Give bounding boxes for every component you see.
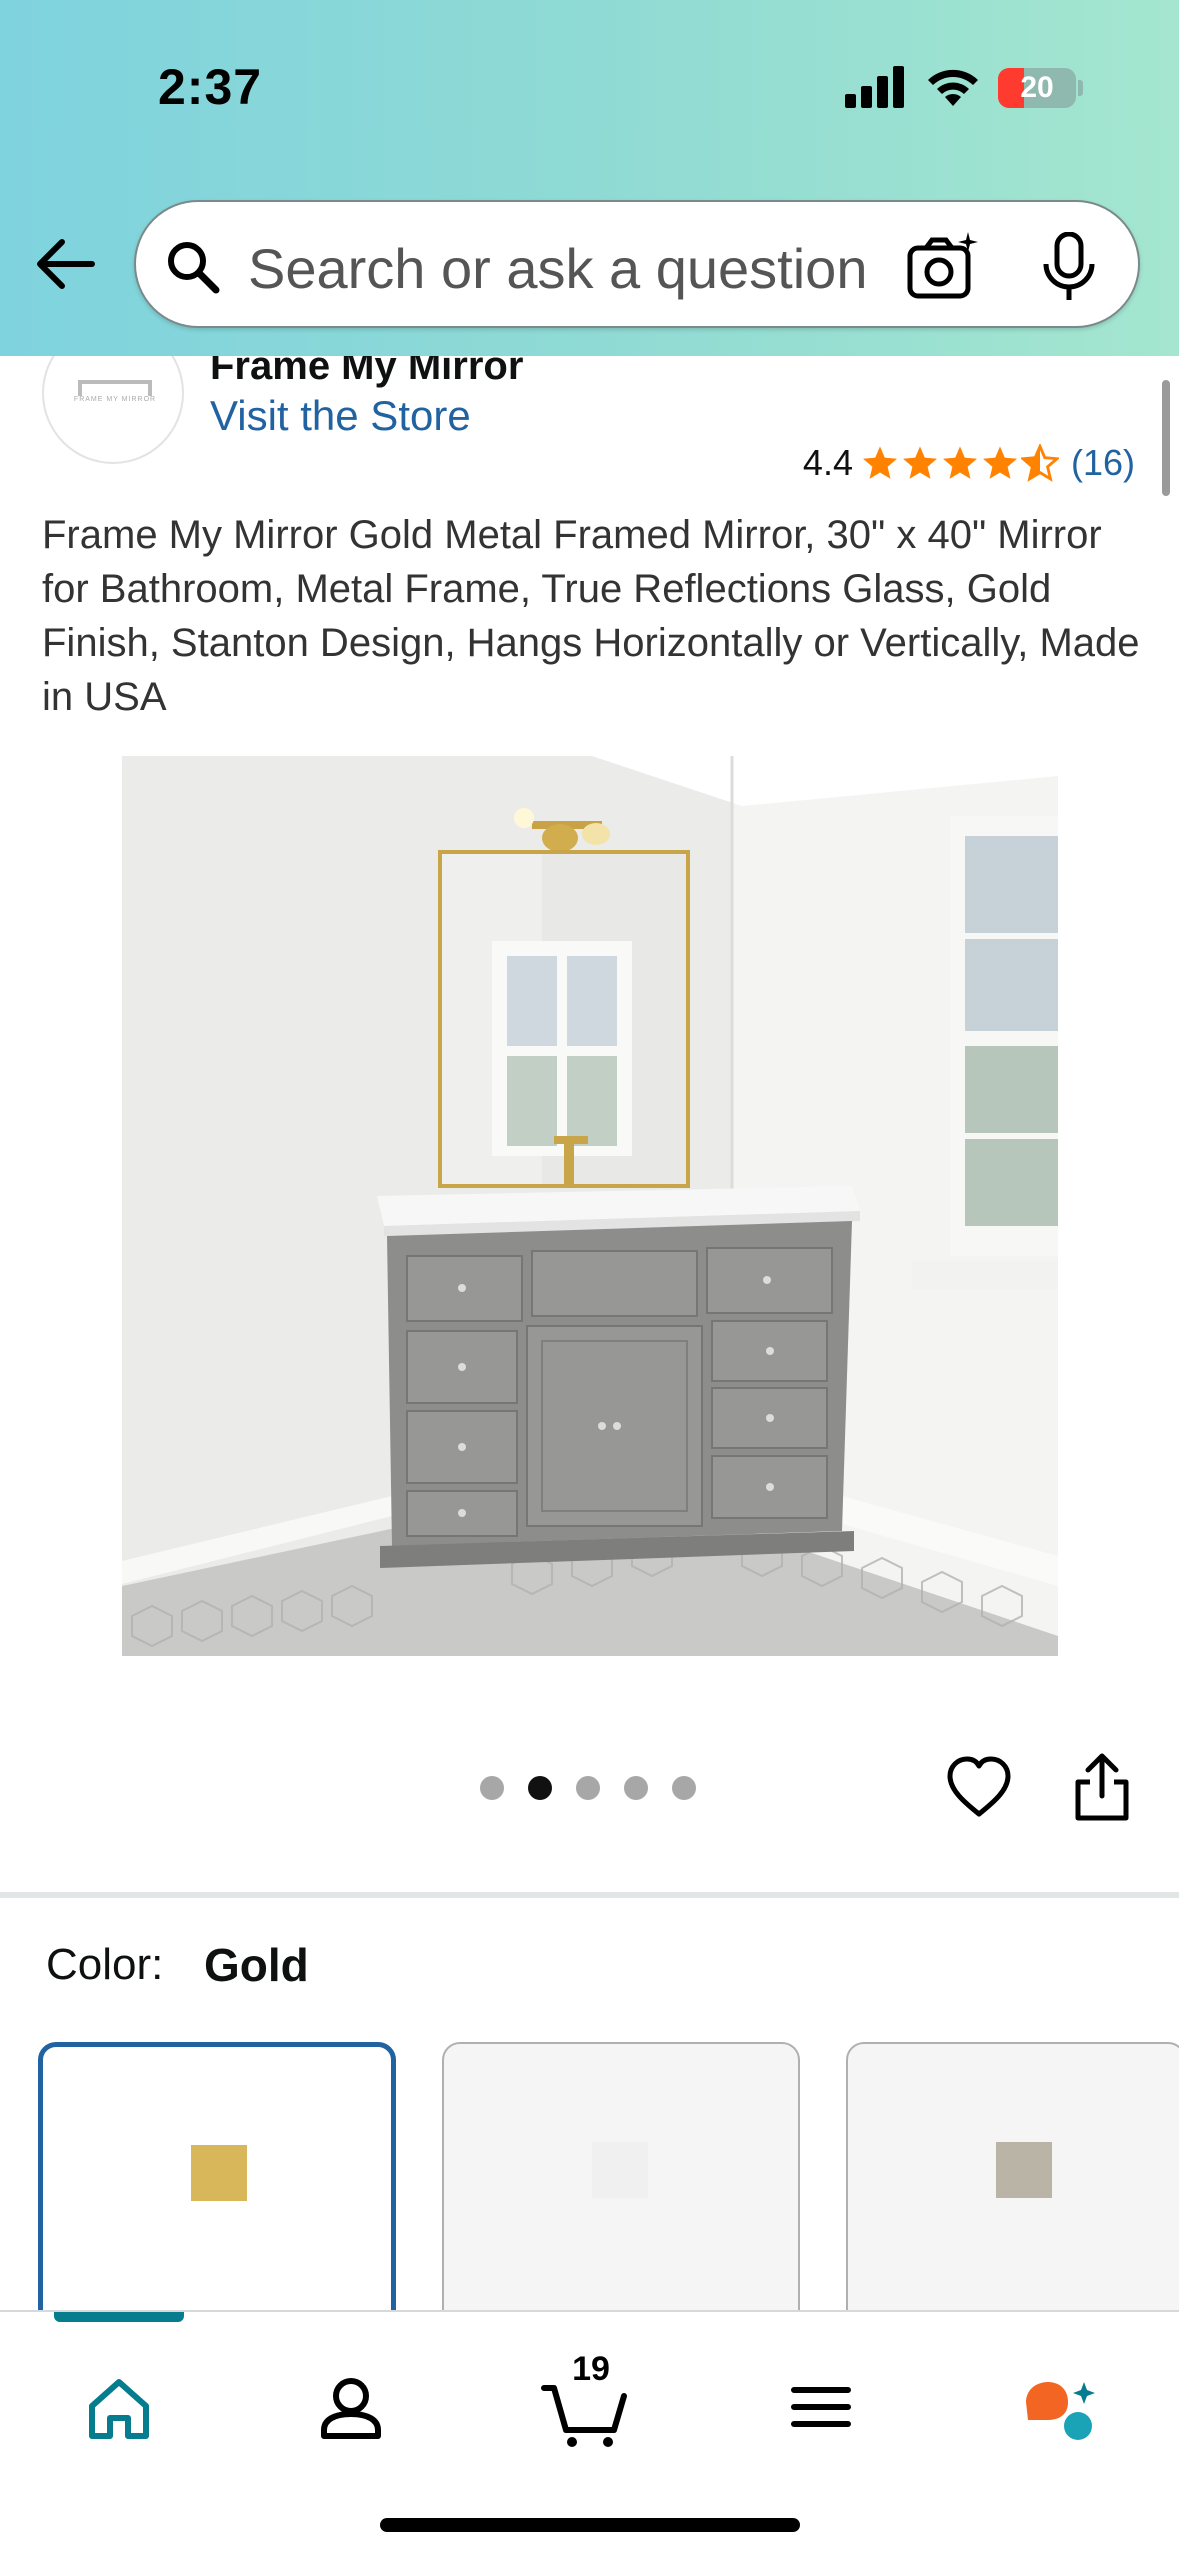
carousel-dot[interactable] [624, 1776, 648, 1800]
home-icon[interactable] [64, 2352, 174, 2462]
search-bar[interactable]: Search or ask a question [134, 200, 1140, 328]
swatch-chip-silver [592, 2142, 648, 2198]
product-image[interactable] [122, 756, 1058, 1656]
color-swatch-gold[interactable] [38, 2042, 396, 2342]
heart-icon[interactable] [944, 1752, 1014, 1822]
carousel-dot[interactable] [672, 1776, 696, 1800]
star-half-icon [1020, 444, 1059, 482]
star-full-icon [903, 446, 937, 479]
battery-level: 20 [1020, 71, 1054, 104]
camera-search-icon[interactable] [906, 228, 982, 304]
rating-count-link[interactable]: (16) [1071, 442, 1135, 484]
active-tab-indicator [54, 2312, 184, 2322]
bottom-navigation: 19 [0, 2310, 1179, 2556]
color-swatch-silver[interactable] [442, 2042, 800, 2342]
product-page: 2:37 20 Search or ask a question FRAME M… [0, 0, 1179, 2556]
carousel-dot[interactable] [480, 1776, 504, 1800]
search-input[interactable]: Search or ask a question [248, 236, 867, 301]
rating-summary[interactable]: 4.4 (16) [803, 440, 1135, 486]
rating-value: 4.4 [802, 442, 853, 483]
color-selected-value: Gold [204, 1939, 309, 1991]
battery-indicator: 20 [998, 68, 1076, 108]
menu-icon[interactable] [766, 2352, 876, 2462]
section-divider [0, 1892, 1179, 1898]
home-indicator [380, 2518, 800, 2532]
star-full-icon [943, 446, 977, 479]
microphone-icon[interactable] [1036, 232, 1102, 302]
star-full-icon [983, 446, 1017, 479]
carousel-dot[interactable] [576, 1776, 600, 1800]
product-title: Frame My Mirror Gold Metal Framed Mirror… [42, 513, 1140, 719]
scroll-indicator [1162, 380, 1170, 496]
rating-stars [861, 444, 1061, 482]
color-swatch-other[interactable] [846, 2042, 1179, 2342]
status-time: 2:37 [158, 59, 263, 115]
back-arrow-icon[interactable] [30, 228, 102, 300]
color-label: Color: [46, 1940, 164, 1989]
app-header: 2:37 20 Search or ask a question [0, 0, 1179, 356]
cellular-signal-icon [845, 66, 904, 108]
account-icon[interactable] [296, 2352, 406, 2462]
visit-store-link[interactable]: Visit the Store [210, 392, 471, 440]
rufus-assistant-icon[interactable] [1006, 2352, 1116, 2462]
battery-tip [1078, 80, 1083, 96]
share-icon[interactable] [1070, 1750, 1134, 1824]
cart-count: 19 [572, 2350, 610, 2388]
wifi-icon [928, 69, 978, 106]
image-carousel-dots[interactable] [480, 1776, 720, 1800]
swatch-chip-other [996, 2142, 1052, 2198]
cart-button[interactable]: 19 [530, 2350, 640, 2462]
brand-logo-frame [78, 380, 152, 396]
star-full-icon [863, 446, 897, 479]
search-icon [168, 242, 220, 294]
carousel-dot-active[interactable] [528, 1776, 552, 1800]
brand-logo-text: FRAME MY MIRROR [73, 396, 157, 403]
swatch-chip-gold [191, 2145, 247, 2201]
